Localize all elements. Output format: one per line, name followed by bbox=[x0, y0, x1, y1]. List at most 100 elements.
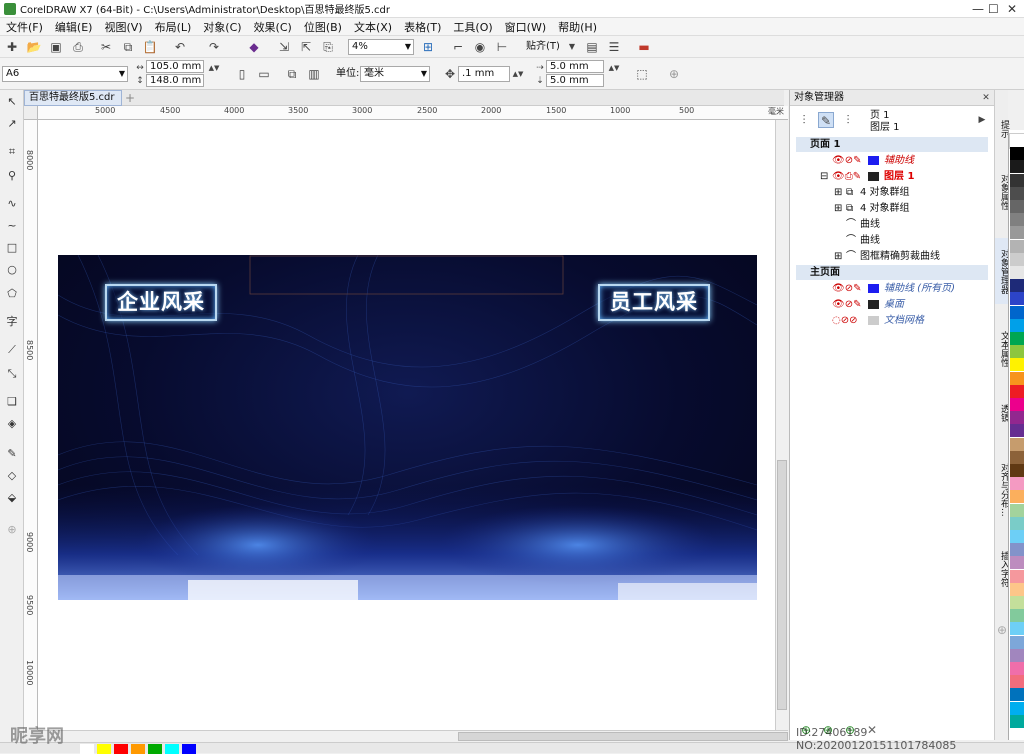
menu-object[interactable]: 对象(C) bbox=[203, 19, 241, 35]
palette-swatch[interactable] bbox=[1010, 450, 1024, 465]
export-icon[interactable]: ⇱ bbox=[298, 39, 314, 55]
palette-swatch[interactable] bbox=[1010, 239, 1024, 254]
palette-swatch[interactable] bbox=[1010, 292, 1024, 307]
palette-swatch[interactable] bbox=[1010, 675, 1024, 690]
menu-effects[interactable]: 效果(C) bbox=[254, 19, 292, 35]
close-icon[interactable]: ✕ bbox=[978, 90, 994, 106]
crop-tool-icon[interactable]: ⌗ bbox=[4, 144, 20, 160]
units-select[interactable]: 毫米 ▼ bbox=[360, 66, 430, 82]
ruler-origin[interactable] bbox=[24, 106, 38, 120]
open-icon[interactable]: 📂 bbox=[26, 39, 42, 55]
horizontal-scrollbar[interactable] bbox=[38, 730, 788, 742]
menu-edit[interactable]: 编辑(E) bbox=[55, 19, 93, 35]
menu-view[interactable]: 视图(V) bbox=[104, 19, 142, 35]
drop-shadow-icon[interactable]: ❑ bbox=[4, 394, 20, 410]
cut-icon[interactable]: ✂ bbox=[98, 39, 114, 55]
palette-swatch[interactable] bbox=[1010, 622, 1024, 637]
palette-swatch[interactable] bbox=[1010, 437, 1024, 452]
add-icon[interactable]: ⊕ bbox=[666, 66, 682, 82]
palette-swatch[interactable] bbox=[1010, 490, 1024, 505]
ellipse-tool-icon[interactable]: ○ bbox=[4, 262, 20, 278]
menu-help[interactable]: 帮助(H) bbox=[558, 19, 597, 35]
vertical-ruler[interactable]: 8000 8500 9000 9500 10000 bbox=[24, 120, 38, 730]
landscape-icon[interactable]: ▭ bbox=[256, 66, 272, 82]
save-icon[interactable]: ▣ bbox=[48, 39, 64, 55]
palette-swatch[interactable] bbox=[1010, 556, 1024, 571]
tree-master-grid[interactable]: ◌⊘⊘ 文档网格 bbox=[796, 313, 988, 328]
import-icon[interactable]: ⇲ bbox=[276, 39, 292, 55]
full-screen-icon[interactable]: ⊞ bbox=[420, 39, 436, 55]
smart-fill-icon[interactable]: ⬙ bbox=[4, 490, 20, 506]
nudge-distance-input[interactable]: .1 mm bbox=[458, 66, 510, 82]
palette-swatch[interactable] bbox=[1010, 318, 1024, 333]
palette-swatch[interactable] bbox=[1010, 186, 1024, 201]
tree-group[interactable]: ⊞ ⧉ 4 对象群组 bbox=[796, 185, 988, 200]
tree-group[interactable]: ⊞ ⧉ 4 对象群组 bbox=[796, 201, 988, 216]
flyout-arrow-icon[interactable]: ▶ bbox=[974, 112, 990, 128]
horizontal-ruler[interactable]: 5000 4500 4000 3500 3000 2500 2000 1500 … bbox=[38, 106, 788, 120]
page-width-input[interactable]: 105.0 mm bbox=[146, 60, 204, 73]
palette-swatch[interactable] bbox=[1010, 503, 1024, 518]
tree-master-guides[interactable]: 👁⊘✎ 辅助线 (所有页) bbox=[796, 281, 988, 296]
duplicate-distance-y-input[interactable]: 5.0 mm bbox=[546, 74, 604, 87]
palette-swatch[interactable] bbox=[1010, 345, 1024, 360]
banner-artwork[interactable]: 企业风采 员工风采 bbox=[58, 255, 757, 600]
show-rulers-icon[interactable]: ⌐ bbox=[450, 39, 466, 55]
close-icon[interactable]: ✕ bbox=[1007, 2, 1017, 16]
publish-pdf-icon[interactable]: ⎘ bbox=[320, 39, 336, 55]
interactive-fill-icon[interactable]: ◇ bbox=[4, 468, 20, 484]
tree-powerclip[interactable]: ⊞ ⌒ 图框精确剪裁曲线 bbox=[796, 249, 988, 264]
layer-flags-icon[interactable]: 👁⊘✎ bbox=[832, 297, 861, 312]
bleed-border-icon[interactable]: ⬚ bbox=[634, 66, 650, 82]
show-grid-icon[interactable]: ◉ bbox=[472, 39, 488, 55]
menu-table[interactable]: 表格(T) bbox=[404, 19, 441, 35]
layer-manager-view-icon[interactable]: ⫶ bbox=[840, 112, 856, 128]
copy-icon[interactable]: ⧉ bbox=[120, 39, 136, 55]
current-page-icon[interactable]: ▥ bbox=[306, 66, 322, 82]
layer-flags-icon[interactable]: 👁⎙✎ bbox=[832, 169, 861, 184]
palette-swatch[interactable] bbox=[1010, 266, 1024, 280]
zoom-level-select[interactable]: 4% ▼ bbox=[348, 39, 414, 55]
show-properties-icon[interactable]: ⫶ bbox=[796, 112, 812, 128]
palette-swatch[interactable] bbox=[1010, 160, 1024, 175]
palette-swatch[interactable] bbox=[1010, 477, 1024, 492]
freehand-tool-icon[interactable]: ∿ bbox=[4, 196, 20, 212]
tab-text-properties[interactable]: 文本属性 bbox=[995, 320, 1009, 378]
palette-swatch[interactable] bbox=[1010, 569, 1024, 584]
menu-layout[interactable]: 布局(L) bbox=[155, 19, 192, 35]
vertical-scroll-thumb[interactable] bbox=[777, 460, 787, 710]
palette-swatch[interactable] bbox=[1010, 635, 1024, 650]
expand-icon[interactable]: ⊞ bbox=[834, 249, 842, 264]
menu-text[interactable]: 文本(X) bbox=[354, 19, 392, 35]
palette-swatch[interactable] bbox=[1010, 582, 1024, 597]
all-pages-icon[interactable]: ⧉ bbox=[284, 66, 300, 82]
redo-icon[interactable]: ↷ bbox=[206, 39, 222, 55]
document-tab[interactable]: 百思特最终版5.cdr bbox=[24, 90, 122, 106]
palette-swatch[interactable] bbox=[1010, 279, 1024, 294]
palette-swatch[interactable] bbox=[1010, 543, 1024, 558]
layer-flags-icon[interactable]: 👁⊘✎ bbox=[832, 153, 861, 168]
palette-swatch[interactable] bbox=[1010, 596, 1024, 610]
options-icon[interactable]: ☰ bbox=[606, 39, 622, 55]
tab-align-distribute[interactable]: 对齐与分布... bbox=[995, 460, 1009, 520]
palette-swatch[interactable] bbox=[1010, 200, 1024, 214]
tree-master-desktop[interactable]: 👁⊘✎ 桌面 bbox=[796, 297, 988, 312]
palette-swatch[interactable] bbox=[1010, 226, 1024, 241]
zoom-tool-icon[interactable]: ⚲ bbox=[4, 168, 20, 184]
layer-flags-icon[interactable]: 👁⊘✎ bbox=[832, 281, 861, 296]
palette-swatch[interactable] bbox=[1010, 609, 1024, 624]
tab-lens[interactable]: 透镜 bbox=[995, 394, 1009, 432]
page-height-input[interactable]: 148.0 mm bbox=[146, 74, 204, 87]
connector-tool-icon[interactable]: ⤡ bbox=[4, 366, 20, 382]
spinner-icon[interactable]: ▲▼ bbox=[510, 66, 526, 82]
palette-swatch[interactable] bbox=[1010, 662, 1024, 676]
palette-swatch[interactable] bbox=[1010, 252, 1024, 267]
paste-icon[interactable]: 📋 bbox=[142, 39, 158, 55]
palette-swatch[interactable] bbox=[1010, 305, 1024, 320]
menu-window[interactable]: 窗口(W) bbox=[505, 19, 546, 35]
palette-swatch[interactable] bbox=[1010, 516, 1024, 531]
employee-style-badge[interactable]: 员工风采 bbox=[598, 284, 710, 321]
transparency-tool-icon[interactable]: ◈ bbox=[4, 416, 20, 432]
palette-swatch[interactable] bbox=[1010, 530, 1024, 544]
palette-swatch[interactable] bbox=[1010, 173, 1024, 188]
